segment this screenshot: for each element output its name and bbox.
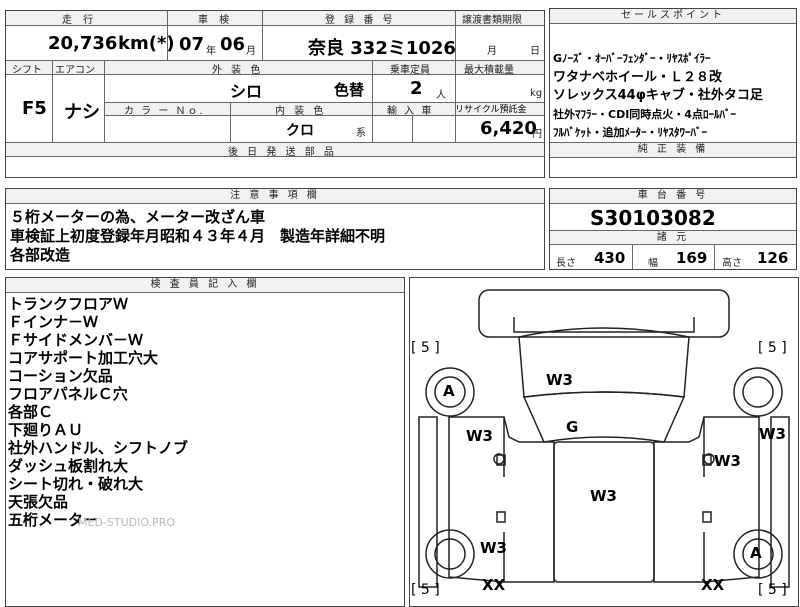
inspector-note: シート切れ・破れ大 — [8, 475, 144, 493]
watermark: MED-STUDIO.PRO — [78, 516, 175, 529]
mileage-label: 走 行 — [62, 15, 98, 26]
genuine-equipment-label: 純 正 装 備 — [637, 144, 709, 155]
inspection-year: 07 — [179, 34, 205, 55]
color-change-label: 色替 — [334, 81, 365, 99]
mileage-value: 20,736 — [48, 33, 118, 54]
inspector-header: 検 査 員 記 入 欄 — [6, 278, 404, 292]
inspection-year-unit: 年 — [206, 46, 216, 57]
bracket-rear-left: [ 5 ] — [411, 582, 440, 598]
registration-label: 登 録 番 号 — [325, 15, 396, 26]
exterior-color-value: シロ — [230, 82, 263, 101]
capacity-value: 2 — [410, 78, 423, 99]
genuine-equipment-header: 純 正 装 備 — [550, 143, 796, 157]
height-value: 126 — [757, 249, 789, 267]
load-unit: kg — [530, 88, 543, 99]
capacity-unit: 人 — [436, 90, 446, 101]
shift-value: F5 — [22, 98, 47, 119]
inspector-note: Ｆサイドメンバ－Ｗ — [8, 331, 144, 349]
inspector-note: 天張欠品 — [8, 493, 69, 511]
transfer-deadline-label: 譲渡書類期限 — [462, 15, 522, 26]
inspector-note: Ｆインナ－Ｗ — [8, 313, 99, 331]
bracket-front-left: [ 5 ] — [411, 340, 440, 356]
sales-point-item: ソレックス44φキャブ・社外タコ足 — [553, 88, 763, 103]
inspection-month: 06 — [220, 34, 246, 55]
dimensions-header: 諸 元 — [550, 231, 796, 244]
bracket-rear-right: [ 5 ] — [758, 582, 787, 598]
height-label: 高さ — [722, 258, 742, 269]
inspector-note: コアサポート加工穴大 — [8, 349, 159, 367]
sales-points-list: Gﾉｰｽﾞ・ｵｰﾊﾞｰﾌｪﾝﾀﾞｰ・ﾘﾔｽﾎﾟｲﾗｰ ワタナベホイール・Ｌ２８改… — [553, 50, 763, 143]
sales-points-label: セールスポイント — [621, 10, 725, 21]
label-left-rear-bottom: XX — [482, 576, 506, 594]
transfer-day-unit: 日 — [530, 46, 540, 57]
notes-label: 注 意 事 項 欄 — [230, 190, 320, 201]
inspector-note: フロアパネルＣ穴 — [8, 385, 128, 403]
width-value: 169 — [676, 249, 708, 267]
aircon-value: ナシ — [64, 102, 100, 123]
label-right-rear-bottom: XX — [701, 576, 725, 594]
width-label: 幅 — [648, 258, 658, 269]
recycle-fee-value: 6,420 — [480, 118, 537, 139]
inspector-notes-list: トランクフロアＷ Ｆインナ－Ｗ Ｆサイドメンバ－Ｗ コアサポート加工穴大 コーシ… — [8, 295, 188, 529]
inspector-note: ダッシュ板割れ大 — [8, 457, 129, 475]
length-value: 430 — [594, 249, 626, 267]
note-line: 車検証上初度登録年月昭和４３年４月 製造年詳細不明 — [10, 227, 386, 245]
interior-color-suffix: 系 — [356, 128, 366, 139]
chassis-label: 車 台 番 号 — [637, 190, 709, 201]
interior-color-value: クロ — [286, 123, 314, 139]
transfer-month-unit: 月 — [487, 46, 497, 57]
recycle-fee-unit: 円 — [532, 129, 542, 140]
label-front-left-wheel: A — [443, 382, 455, 400]
sales-point-item: ワタナベホイール・Ｌ２８改 — [553, 69, 723, 85]
length-label: 長さ — [556, 258, 576, 269]
label-rear-right-wheel: A — [750, 544, 762, 562]
inspector-note: 下廻りＡＵ — [8, 421, 84, 439]
sales-point-item: 社外ﾏﾌﾗｰ・CDI同時点火・4点ﾛｰﾙﾊﾞｰ — [553, 107, 736, 121]
sales-points-header: セールスポイント — [550, 9, 796, 23]
bracket-front-right: [ 5 ] — [758, 340, 787, 356]
label-right-door: W3 — [714, 452, 741, 470]
label-right-front-fender: W3 — [759, 425, 786, 443]
sales-point-item: Gﾉｰｽﾞ・ｵｰﾊﾞｰﾌｪﾝﾀﾞｰ・ﾘﾔｽﾎﾟｲﾗｰ — [553, 52, 711, 65]
label-left-rear: W3 — [480, 539, 507, 557]
inspector-note: コーション欠品 — [8, 367, 113, 385]
notes-header: 注 意 事 項 欄 — [6, 189, 544, 203]
inspector-note: トランクフロアＷ — [8, 295, 129, 313]
label-windshield: G — [566, 418, 579, 436]
inspector-note: 社外ハンドル、シフトノブ — [8, 439, 189, 457]
inspection-label: 車 検 — [198, 15, 234, 26]
label-left-front-door: W3 — [466, 427, 493, 445]
label-hood: W3 — [546, 371, 573, 389]
registration-number: 奈良 332ミ1026 — [308, 38, 456, 59]
inspector-note: 各部Ｃ — [8, 403, 54, 421]
label-roof: W3 — [590, 487, 617, 505]
note-line: 各部改造 — [10, 246, 71, 264]
note-line: ５桁メーターの為、メーター改ざん車 — [10, 208, 266, 226]
recycle-label: リサイクル預託金 — [455, 105, 527, 115]
sales-point-item: ﾌﾙﾊﾞｹｯﾄ・追加ﾒｰﾀｰ・ﾘﾔｽﾀﾜｰﾊﾞｰ — [553, 126, 707, 139]
dimensions-label: 諸 元 — [656, 232, 690, 243]
chassis-header: 車 台 番 号 — [550, 189, 796, 203]
inspector-label: 検 査 員 記 入 欄 — [150, 279, 260, 290]
chassis-number: S30103082 — [590, 206, 716, 230]
notes-list: ５桁メーターの為、メーター改ざん車 車検証上初度登録年月昭和４３年４月 製造年詳… — [10, 208, 385, 265]
inspection-month-unit: 月 — [246, 46, 256, 57]
